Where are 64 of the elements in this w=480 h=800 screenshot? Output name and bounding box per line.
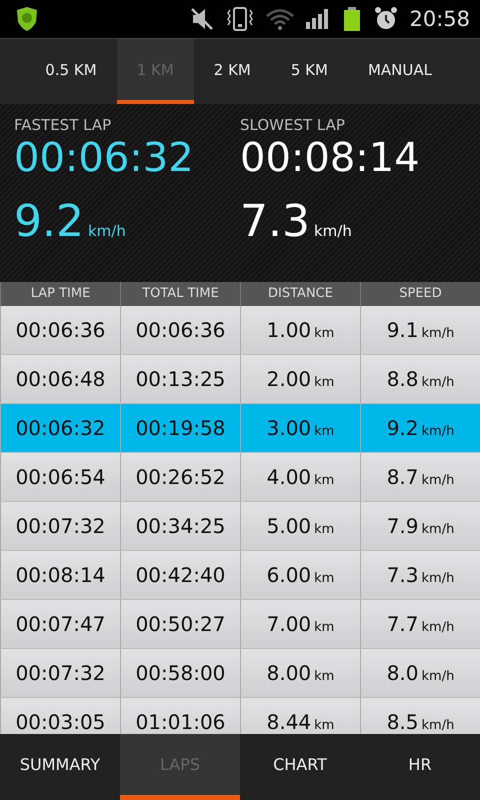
table-cell: 00:06:48: [16, 367, 106, 391]
table-cell: 8.5 km/h: [386, 710, 454, 734]
table-cell: 7.7 km/h: [386, 612, 454, 636]
table-cell: 7.00 km: [266, 612, 334, 636]
bottom-tab[interactable]: CHART: [240, 734, 360, 800]
mute-icon: [189, 7, 216, 31]
stat-label: FASTEST LAP: [14, 116, 112, 134]
table-cell: 00:26:52: [136, 465, 226, 489]
table-cell: 1.00 km: [266, 318, 334, 342]
table-cell: 00:07:32: [16, 514, 106, 538]
lap-row[interactable]: 00:07:32 00:58:00 8.00 km 8.0 km/h: [0, 649, 480, 698]
table-cell: 00:08:14: [16, 563, 106, 587]
table-cell: 5.00 km: [266, 514, 334, 538]
table-cell: 00:06:36: [16, 318, 106, 342]
distance-tab[interactable]: MANUAL: [348, 39, 452, 104]
table-cell: 4.00 km: [266, 465, 334, 489]
lap-row[interactable]: 00:06:32 00:19:58 3.00 km 9.2 km/h: [0, 404, 480, 453]
lap-row[interactable]: 00:06:36 00:06:36 1.00 km 9.1 km/h: [0, 306, 480, 355]
distance-tab[interactable]: 5 KM: [270, 39, 348, 104]
table-cell: 7.3 km/h: [386, 563, 454, 587]
table-cell: 00:42:40: [136, 563, 226, 587]
table-cell: 2.00 km: [266, 367, 334, 391]
table-cell: 00:03:05: [16, 710, 106, 734]
table-cell: 00:06:36: [136, 318, 226, 342]
lap-speed-value: 7.3 km/h: [240, 196, 352, 247]
shield-icon: [14, 6, 40, 32]
table-cell: 6.00 km: [266, 563, 334, 587]
table-cell: 00:58:00: [136, 661, 226, 685]
lap-row[interactable]: 00:07:32 00:34:25 5.00 km 7.9 km/h: [0, 502, 480, 551]
stat-label: SLOWEST LAP: [240, 116, 345, 134]
table-cell: 9.2 km/h: [386, 416, 454, 440]
alarm-icon: [373, 6, 400, 32]
clock-time: 20:58: [409, 7, 470, 31]
table-cell: 7.9 km/h: [386, 514, 454, 538]
table-cell: 8.00 km: [266, 661, 334, 685]
table-cell: 00:19:58: [136, 416, 226, 440]
lap-row[interactable]: 00:03:05 01:01:06 8.44 km 8.5 km/h: [0, 698, 480, 734]
table-cell: 00:06:32: [16, 416, 106, 440]
table-cell: 00:34:25: [136, 514, 226, 538]
wifi-icon: [265, 7, 296, 31]
table-cell: 8.8 km/h: [386, 367, 454, 391]
bottom-tab[interactable]: SUMMARY: [0, 734, 120, 800]
distance-tab[interactable]: 2 KM: [194, 39, 271, 104]
table-cell: 00:50:27: [136, 612, 226, 636]
lap-row[interactable]: 00:07:47 00:50:27 7.00 km 7.7 km/h: [0, 600, 480, 649]
table-cell: 00:13:25: [136, 367, 226, 391]
table-cell: 8.7 km/h: [386, 465, 454, 489]
table-cell: 00:07:47: [16, 612, 106, 636]
vibrate-icon: [225, 6, 256, 32]
table-cell: 00:07:32: [16, 661, 106, 685]
table-cell: 3.00 km: [266, 416, 334, 440]
bottom-tab[interactable]: HR: [360, 734, 480, 800]
table-cell: 8.0 km/h: [386, 661, 454, 685]
lap-speed-value: 9.2 km/h: [14, 196, 126, 247]
distance-tab[interactable]: 0.5 KM: [25, 39, 117, 104]
lap-time-value: 00:08:14: [240, 134, 420, 182]
lap-row[interactable]: 00:06:54 00:26:52 4.00 km 8.7 km/h: [0, 453, 480, 502]
table-cell: 9.1 km/h: [386, 318, 454, 342]
table-cell: 8.44 km: [266, 710, 334, 734]
lap-row[interactable]: 00:06:48 00:13:25 2.00 km 8.8 km/h: [0, 355, 480, 404]
lap-row[interactable]: 00:08:14 00:42:40 6.00 km 7.3 km/h: [0, 551, 480, 600]
table-cell: 01:01:06: [136, 710, 226, 734]
lap-time-value: 00:06:32: [14, 134, 194, 182]
table-cell: 00:06:54: [16, 465, 106, 489]
